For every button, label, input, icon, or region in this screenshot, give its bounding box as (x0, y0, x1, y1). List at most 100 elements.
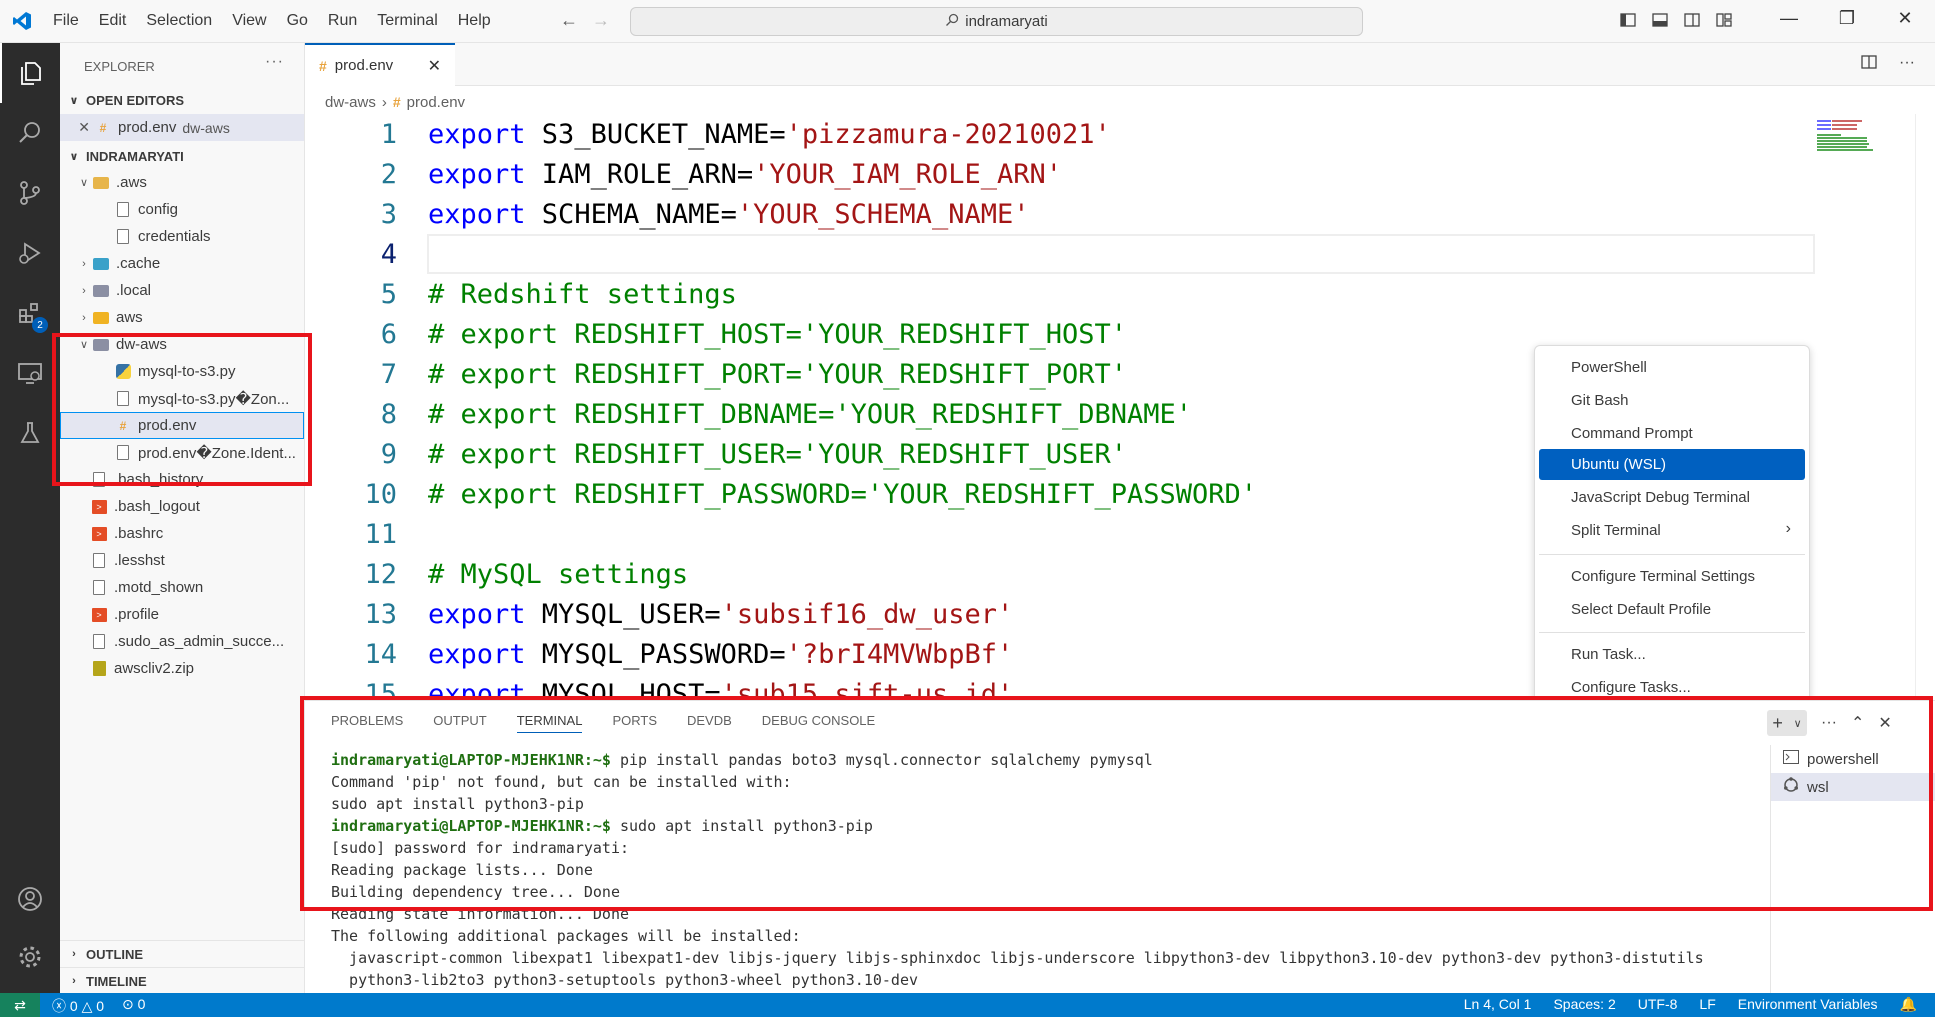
close-window-icon[interactable]: ✕ (1876, 8, 1934, 29)
close-icon[interactable]: ✕ (428, 56, 441, 76)
code-text: # export REDSHIFT_USER='YOUR_REDSHIFT_US… (428, 439, 1127, 470)
token-var: S3_BUCKET_NAME= (525, 118, 786, 150)
line-number: 4 (380, 238, 397, 270)
tree-file-awscliv2-zip[interactable]: awscliv2.zip (60, 655, 304, 682)
minimize-icon[interactable]: — (1760, 8, 1818, 29)
error-icon: ⓧ (52, 998, 66, 1014)
menu-item-git-bash[interactable]: Git Bash (1539, 385, 1805, 416)
customize-layout-icon[interactable] (1716, 12, 1732, 33)
token-cmt: # export REDSHIFT_USER='YOUR_REDSHIFT_US… (428, 438, 1127, 470)
terminal-text: python3-lib2to3 python3-setuptools pytho… (331, 971, 918, 989)
restore-icon[interactable]: ❐ (1818, 8, 1876, 29)
forward-arrow-icon[interactable]: → (592, 10, 610, 31)
source-control-icon[interactable] (0, 163, 60, 223)
title-bar: File Edit Selection View Go Run Terminal… (0, 0, 1935, 43)
code-text: # export REDSHIFT_PORT='YOUR_REDSHIFT_PO… (428, 359, 1127, 390)
timeline-section[interactable]: › TIMELINE (60, 967, 305, 993)
menu-selection[interactable]: Selection (136, 12, 222, 30)
code-text: # Redshift settings (428, 279, 737, 310)
problems-status[interactable]: ⓧ 0 △ 0 (52, 996, 104, 1016)
code-text: # MySQL settings (428, 559, 688, 590)
environment-variables[interactable]: Environment Variables (1738, 996, 1878, 1013)
menu-run[interactable]: Run (318, 12, 367, 30)
extensions-icon[interactable]: 2 (0, 283, 60, 343)
chevron-right-icon: › (72, 975, 76, 987)
code-text: export SCHEMA_NAME='YOUR_SCHEMA_NAME' (428, 199, 1029, 230)
tree-file-sudo-as-admin[interactable]: .sudo_as_admin_succe... (60, 628, 304, 655)
back-arrow-icon[interactable]: ← (560, 10, 578, 31)
command-center-search[interactable]: indramaryati (630, 7, 1363, 36)
code-line: 11 (305, 514, 397, 554)
close-icon[interactable]: ✕ (60, 119, 94, 136)
menu-edit[interactable]: Edit (89, 12, 137, 30)
encoding[interactable]: UTF-8 (1638, 996, 1678, 1013)
line-number: 13 (364, 598, 397, 630)
toggle-primary-sidebar-icon[interactable] (1620, 12, 1636, 33)
open-editors-section[interactable]: ∨ OPEN EDITORS (60, 89, 304, 111)
outline-section[interactable]: › OUTLINE (60, 940, 305, 966)
explorer-icon[interactable] (0, 43, 60, 103)
tree-file-bash-logout[interactable]: > .bash_logout (60, 493, 304, 520)
breadcrumb-folder[interactable]: dw-aws (325, 94, 376, 111)
token-cmt: # export REDSHIFT_DBNAME='YOUR_REDSHIFT_… (428, 398, 1193, 430)
chevron-down-icon: ∨ (79, 177, 89, 189)
accounts-icon[interactable] (0, 869, 60, 929)
search-icon[interactable] (0, 103, 60, 163)
tree-file-profile[interactable]: > .profile (60, 601, 304, 628)
chevron-right-icon: › (1785, 520, 1791, 537)
menu-item-configure-terminal-settings[interactable]: Configure Terminal Settings (1539, 561, 1805, 592)
open-editor-prod-env[interactable]: ✕ # prod.env dw-aws (60, 114, 304, 141)
tree-folder-aws[interactable]: › aws (60, 304, 304, 331)
notifications-bell-icon[interactable]: 🔔 (1900, 996, 1917, 1013)
tree-folder-aws-dot[interactable]: ∨ .aws (60, 169, 304, 196)
tree-file-bashrc[interactable]: > .bashrc (60, 520, 304, 547)
editor-scrollbar[interactable] (1915, 114, 1929, 700)
toggle-secondary-sidebar-icon[interactable] (1684, 12, 1700, 33)
tree-folder-local[interactable]: › .local (60, 277, 304, 304)
workspace-root-section[interactable]: ∨ INDRAMARYATI (60, 145, 304, 167)
more-actions-icon[interactable]: ··· (1899, 54, 1915, 75)
tree-file-lesshst[interactable]: .lesshst (60, 547, 304, 574)
folder-icon (92, 309, 110, 327)
status-left: ⓧ 0 △ 0 ⊙ 0 (52, 996, 145, 1016)
menu-file[interactable]: File (43, 12, 89, 30)
tab-prod-env[interactable]: # prod.env ✕ (305, 43, 455, 86)
menu-item-command-prompt[interactable]: Command Prompt (1539, 418, 1805, 449)
remote-indicator-icon[interactable]: ⇄ (0, 993, 40, 1017)
toggle-panel-icon[interactable] (1652, 12, 1668, 33)
outline-label: OUTLINE (86, 946, 144, 962)
menu-bar: File Edit Selection View Go Run Terminal… (43, 12, 501, 30)
layout-controls (1620, 12, 1732, 33)
tree-file-motd-shown[interactable]: .motd_shown (60, 574, 304, 601)
tree-file-config[interactable]: config (60, 196, 304, 223)
cursor-position[interactable]: Ln 4, Col 1 (1464, 996, 1532, 1013)
menu-help[interactable]: Help (448, 12, 501, 30)
breadcrumb-file[interactable]: prod.env (407, 94, 465, 111)
remote-explorer-icon[interactable] (0, 343, 60, 403)
tree-file-credentials[interactable]: credentials (60, 223, 304, 250)
testing-icon[interactable] (0, 403, 60, 463)
run-debug-icon[interactable] (0, 223, 60, 283)
warning-count: 0 (96, 998, 105, 1014)
activity-bar: 2 (0, 43, 60, 993)
menu-item-js-debug-terminal[interactable]: JavaScript Debug Terminal (1539, 482, 1805, 513)
end-of-line[interactable]: LF (1699, 996, 1715, 1013)
open-editor-filename: prod.env (118, 119, 177, 136)
menu-item-ubuntu-wsl[interactable]: Ubuntu (WSL) (1539, 449, 1805, 480)
menu-view[interactable]: View (222, 12, 276, 30)
more-actions-icon[interactable]: ··· (265, 53, 284, 71)
token-str: '?brI4MVWbpBf' (785, 638, 1014, 670)
minimap[interactable] (1815, 118, 1875, 158)
manage-gear-icon[interactable] (0, 927, 60, 987)
menu-item-powershell[interactable]: PowerShell (1539, 352, 1805, 383)
indentation[interactable]: Spaces: 2 (1553, 996, 1615, 1013)
tree-folder-cache[interactable]: › .cache (60, 250, 304, 277)
ports-status[interactable]: ⊙ 0 (122, 996, 145, 1016)
split-editor-icon[interactable] (1861, 54, 1877, 75)
chevron-right-icon: › (82, 284, 86, 297)
menu-item-select-default-profile[interactable]: Select Default Profile (1539, 594, 1805, 625)
menu-terminal[interactable]: Terminal (367, 12, 447, 30)
menu-go[interactable]: Go (277, 12, 318, 30)
menu-item-run-task[interactable]: Run Task... (1539, 639, 1805, 670)
menu-item-split-terminal[interactable]: Split Terminal › (1539, 515, 1805, 546)
